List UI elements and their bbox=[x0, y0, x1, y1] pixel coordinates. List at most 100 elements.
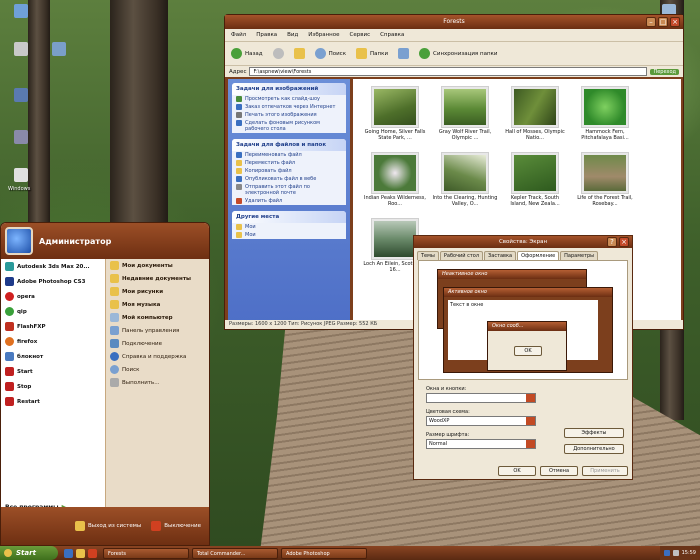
thumbnail-item[interactable]: Indian Peaks Wilderness, Roo... bbox=[361, 152, 429, 207]
search-button[interactable]: Поиск bbox=[314, 48, 346, 59]
task-link[interactable]: Копировать файл bbox=[232, 167, 346, 175]
quick-launch-icon[interactable] bbox=[76, 548, 85, 558]
forward-button[interactable] bbox=[272, 48, 284, 59]
menu-help[interactable]: Справка bbox=[380, 29, 404, 41]
task-link[interactable]: Заказ отпечатков через Интернет bbox=[232, 103, 346, 111]
close-button[interactable]: × bbox=[619, 237, 629, 247]
menu-tools[interactable]: Сервис bbox=[350, 29, 371, 41]
quick-launch-icon[interactable] bbox=[64, 548, 73, 558]
help-button[interactable]: ? bbox=[607, 237, 617, 247]
thumbnail-item[interactable]: Into the Clearing, Hunting Valley, O... bbox=[431, 152, 499, 207]
desktop-icon[interactable] bbox=[14, 4, 28, 18]
place-item[interactable]: Поиск bbox=[106, 363, 209, 376]
thumbnail-item[interactable]: Hall of Mosses, Olympic Natio... bbox=[501, 86, 569, 141]
task-link[interactable]: Сделать фоновым рисунком рабочего стола bbox=[232, 119, 346, 133]
views-button[interactable] bbox=[398, 48, 410, 59]
address-input[interactable]: F:\aspnew\view\Forests bbox=[249, 67, 648, 76]
taskbar-item[interactable]: Adobe Photoshop bbox=[281, 547, 367, 559]
dialog-titlebar[interactable]: Свойства: Экран ? × bbox=[414, 236, 632, 248]
font-size-select[interactable]: Normal bbox=[426, 439, 536, 449]
task-link[interactable]: Печать этого изображения bbox=[232, 111, 346, 119]
window-titlebar[interactable]: Forests – □ × bbox=[225, 15, 683, 29]
panel-header[interactable]: Задачи для файлов и папок bbox=[232, 139, 346, 151]
place-item[interactable]: Панель управления bbox=[106, 324, 209, 337]
thumbnail-image bbox=[511, 86, 559, 128]
task-link[interactable]: Переместить файл bbox=[232, 159, 346, 167]
logoff-button[interactable]: Выход из системы bbox=[74, 521, 141, 531]
place-item[interactable]: Недавние документы bbox=[106, 272, 209, 285]
desktop-icon[interactable] bbox=[14, 168, 28, 182]
cancel-button[interactable]: Отмена bbox=[540, 466, 578, 476]
go-button[interactable]: Переход bbox=[650, 68, 679, 75]
program-label: Adobe Photoshop CS3 bbox=[17, 278, 86, 285]
menu-edit[interactable]: Правка bbox=[256, 29, 277, 41]
program-item[interactable]: FlashFXP bbox=[1, 319, 105, 334]
volume-icon[interactable] bbox=[672, 550, 679, 556]
folders-button[interactable]: Папки bbox=[356, 48, 388, 59]
windows-buttons-select[interactable] bbox=[426, 393, 536, 403]
back-button[interactable]: Назад bbox=[231, 48, 263, 59]
tab-themes[interactable]: Темы bbox=[417, 251, 439, 260]
minimize-button[interactable]: – bbox=[646, 17, 656, 27]
program-item[interactable]: qip bbox=[1, 304, 105, 319]
task-link[interactable]: Переименовать файл bbox=[232, 151, 346, 159]
shutdown-button[interactable]: Выключение bbox=[151, 521, 201, 531]
task-link[interactable]: Опубликовать файл в вебе bbox=[232, 175, 346, 183]
task-link[interactable]: Отправить этот файл по электронной почте bbox=[232, 183, 346, 197]
tab-screensaver[interactable]: Заставка bbox=[484, 251, 517, 260]
taskbar-item[interactable]: Forests bbox=[103, 547, 189, 559]
task-link[interactable]: Просмотреть как слайд-шоу bbox=[232, 95, 346, 103]
thumbnail-item[interactable]: Going Home, Silver Falls State Park, ... bbox=[361, 86, 429, 141]
task-link[interactable]: Удалить файл bbox=[232, 197, 346, 205]
place-item[interactable]: Выполнить... bbox=[106, 376, 209, 389]
thumbnail-item[interactable]: Gray Wolf River Trail, Olympic ... bbox=[431, 86, 499, 141]
program-item[interactable]: блокнот bbox=[1, 349, 105, 364]
desktop-icon[interactable] bbox=[14, 130, 28, 144]
place-item[interactable]: Мои рисунки bbox=[106, 285, 209, 298]
color-scheme-select[interactable]: WoodXP bbox=[426, 416, 536, 426]
close-button[interactable]: × bbox=[670, 17, 680, 27]
panel-header[interactable]: Другие места bbox=[232, 211, 346, 223]
place-item[interactable]: Мой компьютер bbox=[106, 311, 209, 324]
desktop-icon[interactable] bbox=[14, 88, 28, 102]
taskbar: Start Forests Total Commander... Adobe P… bbox=[0, 546, 700, 560]
menu-file[interactable]: Файл bbox=[231, 29, 246, 41]
up-button[interactable] bbox=[293, 48, 305, 59]
tray-icon[interactable] bbox=[663, 550, 670, 556]
place-link[interactable]: Мои bbox=[232, 231, 346, 239]
menu-favorites[interactable]: Избранное bbox=[308, 29, 339, 41]
advanced-button[interactable]: Дополнительно bbox=[564, 444, 624, 454]
thumbnail-item[interactable]: Kepler Track, South Island, New Zeala... bbox=[501, 152, 569, 207]
place-label: Выполнить... bbox=[122, 379, 160, 386]
ok-button[interactable]: OK bbox=[498, 466, 536, 476]
place-item[interactable]: Справка и поддержка bbox=[106, 350, 209, 363]
effects-button[interactable]: Эффекты bbox=[564, 428, 624, 438]
program-item[interactable]: Autodesk 3ds Max 20... bbox=[1, 259, 105, 274]
program-item[interactable]: Restart bbox=[1, 394, 105, 409]
start-button[interactable]: Start bbox=[0, 546, 58, 560]
quick-launch-icon[interactable] bbox=[88, 548, 97, 558]
maximize-button[interactable]: □ bbox=[658, 17, 668, 27]
program-item[interactable]: opera bbox=[1, 289, 105, 304]
program-item[interactable]: firefox bbox=[1, 334, 105, 349]
taskbar-item[interactable]: Total Commander... bbox=[192, 547, 278, 559]
place-link[interactable]: Мои bbox=[232, 223, 346, 231]
menu-view[interactable]: Вид bbox=[287, 29, 298, 41]
program-item[interactable]: Stop bbox=[1, 379, 105, 394]
panel-header[interactable]: Задачи для изображений bbox=[232, 83, 346, 95]
place-item[interactable]: Мои документы bbox=[106, 259, 209, 272]
thumbnail-item[interactable]: Hammock Fern, Pitchafalaya Basi... bbox=[571, 86, 639, 141]
desktop-icon[interactable] bbox=[52, 42, 66, 56]
sync-button[interactable]: Синхронизация папки bbox=[419, 48, 497, 59]
tab-appearance[interactable]: Оформление bbox=[517, 251, 560, 260]
thumbnail-item[interactable]: Life of the Forest Trail, Rosebay... bbox=[571, 152, 639, 207]
tab-settings[interactable]: Параметры bbox=[560, 251, 599, 260]
program-item[interactable]: Start bbox=[1, 364, 105, 379]
display-properties-dialog[interactable]: Свойства: Экран ? × Темы Рабочий стол Зас… bbox=[413, 235, 633, 480]
desktop-icon[interactable] bbox=[14, 42, 28, 56]
place-item[interactable]: Моя музыка bbox=[106, 298, 209, 311]
place-item[interactable]: Подключение bbox=[106, 337, 209, 350]
tab-desktop[interactable]: Рабочий стол bbox=[439, 251, 484, 260]
apply-button[interactable]: Применить bbox=[582, 466, 628, 476]
program-item[interactable]: Adobe Photoshop CS3 bbox=[1, 274, 105, 289]
